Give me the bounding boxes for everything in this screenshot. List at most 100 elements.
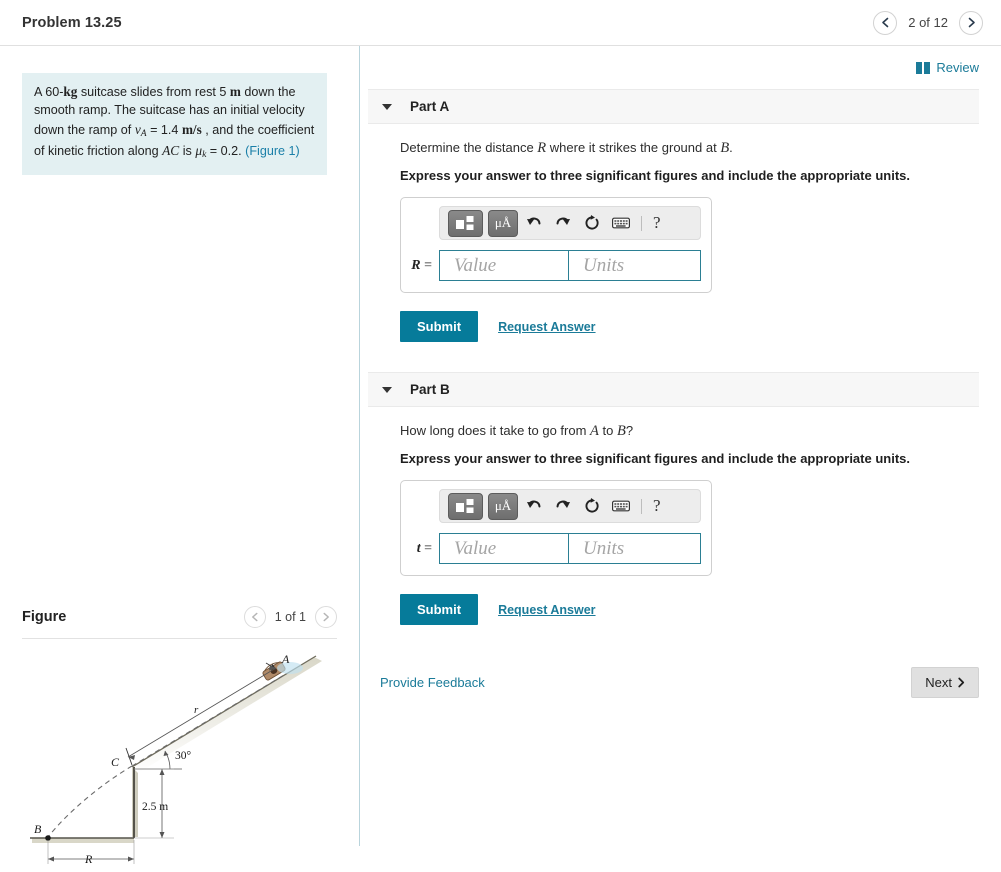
question-text-post: ? xyxy=(625,423,634,438)
redo-glyph xyxy=(556,217,570,225)
part-a-header[interactable]: Part A xyxy=(368,89,979,124)
units-mu-angstrom-icon[interactable]: μÅ xyxy=(488,209,518,237)
part-b-request-answer-link[interactable]: Request Answer xyxy=(498,603,595,617)
keyboard-icon[interactable] xyxy=(608,494,634,518)
part-b-units-input[interactable] xyxy=(569,533,701,564)
variable-symbol: R xyxy=(411,257,421,273)
part-b-answer-box: μÅ ? t = Value Units xyxy=(400,480,712,576)
equals-sign: = xyxy=(424,257,432,273)
units-button-label: μÅ xyxy=(494,498,512,513)
question-variable-2: B xyxy=(616,423,626,439)
figure-header: Figure 1 of 1 xyxy=(22,606,337,639)
part-a-request-answer-link[interactable]: Request Answer xyxy=(498,320,595,334)
label-ramp-length: r xyxy=(194,704,199,716)
right-panel: Review Part A Determine the distance R w… xyxy=(360,46,1001,846)
review-link[interactable]: Review xyxy=(916,60,979,75)
problem-counter: 2 of 12 xyxy=(908,15,948,30)
chevron-right-icon xyxy=(323,612,329,622)
label-angle: 30° xyxy=(175,750,192,762)
part-a-math-toolbar: μÅ ? xyxy=(439,206,701,240)
statement-eq-1: = 1.4 xyxy=(146,122,182,137)
segment-ac: AC xyxy=(162,143,180,159)
question-variable: A xyxy=(590,423,599,439)
ramp-diagram: A C B r 30° 2.5 m R xyxy=(30,652,322,866)
reset-circle-icon[interactable] xyxy=(579,494,605,518)
chevron-left-icon xyxy=(881,17,889,28)
chevron-right-icon xyxy=(958,677,965,688)
figure-link[interactable]: (Figure 1) xyxy=(245,144,300,158)
redo-arrow-icon[interactable] xyxy=(550,211,576,235)
redo-arrow-icon[interactable] xyxy=(550,494,576,518)
question-text-mid: to xyxy=(598,423,617,438)
statement-text-1: A 60- xyxy=(34,85,64,99)
unit-kg: kg xyxy=(63,84,78,99)
keyboard-icon[interactable] xyxy=(608,211,634,235)
units-mu-angstrom-icon[interactable]: μÅ xyxy=(488,492,518,520)
review-label: Review xyxy=(936,60,979,75)
math-template-icon[interactable] xyxy=(448,492,483,520)
previous-figure-button[interactable] xyxy=(243,606,266,628)
part-b-label: Part B xyxy=(410,382,450,397)
variable-symbol: t xyxy=(416,540,421,556)
reset-circle-icon[interactable] xyxy=(579,211,605,235)
next-problem-button[interactable] xyxy=(959,10,983,35)
next-button-label: Next xyxy=(925,675,952,690)
question-text-pre: Determine the distance xyxy=(400,140,538,155)
math-template-icon[interactable] xyxy=(448,209,483,237)
page-title: Problem 13.25 xyxy=(22,14,122,31)
label-range: R xyxy=(84,852,93,866)
question-text-mid: where it strikes the ground at xyxy=(546,140,721,155)
part-b-instruction: Express your answer to three significant… xyxy=(400,451,910,466)
math-template-glyph xyxy=(456,498,474,513)
equals-sign: = xyxy=(424,540,432,556)
part-a-body: Determine the distance R where it strike… xyxy=(360,140,1001,342)
part-b-math-toolbar: μÅ ? xyxy=(439,489,701,523)
part-a-label: Part A xyxy=(410,99,450,114)
part-a-value-input[interactable] xyxy=(439,250,569,281)
figure-title: Figure xyxy=(22,609,67,625)
next-button[interactable]: Next xyxy=(911,667,979,698)
part-b-field-row: t = xyxy=(411,533,701,564)
problem-statement: A 60-kg suitcase slides from rest 5 m do… xyxy=(22,73,327,175)
part-b-header[interactable]: Part B xyxy=(368,372,979,407)
top-bar: Problem 13.25 2 of 12 xyxy=(0,0,1001,46)
chevron-right-icon xyxy=(968,17,975,28)
left-panel: A 60-kg suitcase slides from rest 5 m do… xyxy=(0,46,360,866)
part-a-instruction: Express your answer to three significant… xyxy=(400,168,910,183)
provide-feedback-link[interactable]: Provide Feedback xyxy=(380,675,485,690)
undo-glyph xyxy=(527,217,541,225)
statement-text-2: suitcase slides from rest 5 xyxy=(77,85,230,99)
book-icon xyxy=(916,61,931,74)
undo-arrow-icon[interactable] xyxy=(521,494,547,518)
figure-pagination: 1 of 1 xyxy=(243,606,337,628)
question-variable-2: B xyxy=(720,140,730,156)
help-button[interactable]: ? xyxy=(649,213,665,233)
label-point-b: B xyxy=(34,822,42,836)
undo-arrow-icon[interactable] xyxy=(521,211,547,235)
label-point-c: C xyxy=(111,755,120,769)
part-a-submit-button[interactable]: Submit xyxy=(400,311,479,342)
figure-image[interactable]: A C B r 30° 2.5 m R xyxy=(22,647,337,869)
toolbar-separator xyxy=(641,498,642,514)
question-text-post: . xyxy=(729,140,733,155)
caret-down-icon[interactable] xyxy=(382,386,392,393)
units-button-label: μÅ xyxy=(494,215,512,230)
help-button[interactable]: ? xyxy=(649,496,665,516)
chevron-left-icon xyxy=(251,612,258,622)
toolbar-separator xyxy=(641,215,642,231)
part-b-submit-button[interactable]: Submit xyxy=(400,594,479,625)
part-a-answer-box: μÅ ? R = Value Units xyxy=(400,197,712,293)
reset-glyph xyxy=(585,498,599,513)
part-b-body: How long does it take to go from A to B?… xyxy=(360,423,1001,625)
previous-problem-button[interactable] xyxy=(873,10,898,35)
next-figure-button[interactable] xyxy=(315,606,337,628)
footer-row: Provide Feedback Next xyxy=(360,667,1001,698)
math-template-glyph xyxy=(456,215,474,230)
part-b-value-input[interactable] xyxy=(439,533,569,564)
caret-down-icon[interactable] xyxy=(382,103,392,110)
question-variable: R xyxy=(537,140,547,156)
redo-glyph xyxy=(556,500,570,508)
question-text-pre: How long does it take to go from xyxy=(400,423,591,438)
part-a-submit-row: Submit Request Answer xyxy=(400,311,1001,342)
part-a-units-input[interactable] xyxy=(569,250,701,281)
